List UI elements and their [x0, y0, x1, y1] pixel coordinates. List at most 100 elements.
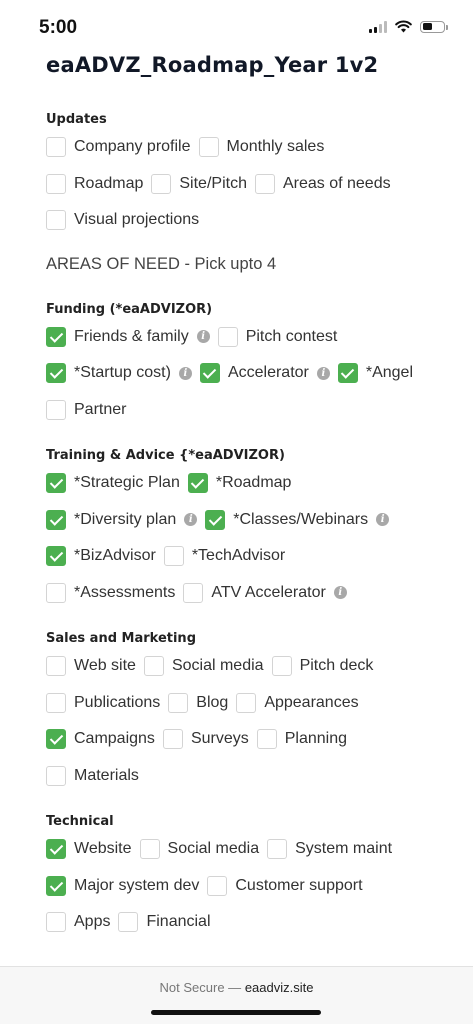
option-surveys[interactable]: Surveys — [162, 729, 249, 750]
option-materials[interactable]: Materials — [46, 765, 139, 786]
option-label[interactable]: *Strategic Plan — [74, 474, 180, 492]
option-major-system-dev[interactable]: Major system dev — [46, 875, 199, 896]
option-appearances[interactable]: Appearances — [236, 692, 359, 713]
option-publications[interactable]: Publications — [46, 692, 160, 713]
option-label[interactable]: Surveys — [191, 730, 249, 748]
option-startup-cost[interactable]: *Startup cost) i — [46, 363, 192, 384]
checkbox[interactable] — [337, 363, 358, 384]
option-partner[interactable]: Partner — [46, 399, 126, 420]
option-strategic-plan[interactable]: *Strategic Plan — [46, 473, 180, 494]
option-label[interactable]: *Diversity plan — [74, 511, 176, 529]
option-apps[interactable]: Apps — [46, 912, 110, 933]
checkbox[interactable] — [205, 509, 226, 530]
option-label[interactable]: Pitch contest — [246, 328, 338, 346]
checkbox[interactable] — [46, 137, 66, 158]
option-label[interactable]: *Roadmap — [216, 474, 292, 492]
option-site-pitch[interactable]: Site/Pitch — [151, 173, 247, 194]
option-social-media[interactable]: Social media — [143, 656, 264, 677]
option-planning[interactable]: Planning — [256, 729, 347, 750]
option-bizadvisor[interactable]: *BizAdvisor — [46, 546, 156, 567]
option-label[interactable]: Web site — [74, 657, 136, 675]
option-company-profile[interactable]: Company profile — [46, 137, 191, 158]
checkbox[interactable] — [46, 656, 66, 677]
checkbox[interactable] — [217, 326, 238, 347]
checkbox[interactable] — [236, 692, 257, 713]
option-roadmap[interactable]: *Roadmap — [187, 473, 292, 494]
option-angel[interactable]: *Angel — [337, 363, 413, 384]
checkbox[interactable] — [46, 875, 66, 896]
option-label[interactable]: Friends & family — [74, 328, 189, 346]
option-label[interactable]: Areas of needs — [283, 175, 391, 193]
option-label[interactable]: Pitch deck — [300, 657, 374, 675]
option-label[interactable]: System maint — [295, 840, 392, 858]
checkbox[interactable] — [267, 839, 288, 860]
checkbox[interactable] — [46, 509, 66, 530]
checkbox[interactable] — [139, 839, 160, 860]
info-icon[interactable]: i — [184, 513, 198, 527]
option-blog[interactable]: Blog — [168, 692, 228, 713]
checkbox[interactable] — [46, 546, 66, 567]
checkbox[interactable] — [199, 363, 220, 384]
option-roadmap[interactable]: Roadmap — [46, 173, 143, 194]
option-accelerator[interactable]: Accelerator i — [199, 363, 330, 384]
home-indicator[interactable] — [151, 1010, 321, 1015]
option-web-site[interactable]: Web site — [46, 656, 136, 677]
option-label[interactable]: Campaigns — [74, 730, 155, 748]
option-label[interactable]: Company profile — [74, 138, 191, 156]
checkbox[interactable] — [168, 692, 189, 713]
checkbox[interactable] — [46, 363, 66, 384]
checkbox[interactable] — [46, 582, 66, 603]
option-atv-accelerator[interactable]: ATV Accelerator i — [183, 582, 347, 603]
option-label[interactable]: Planning — [285, 730, 347, 748]
option-label[interactable]: Partner — [74, 401, 126, 419]
checkbox[interactable] — [46, 473, 66, 494]
checkbox[interactable] — [151, 173, 172, 194]
option-label[interactable]: *Startup cost) — [74, 364, 171, 382]
checkbox[interactable] — [46, 173, 66, 194]
option-visual-projections[interactable]: Visual projections — [46, 210, 199, 231]
option-label[interactable]: Publications — [74, 694, 160, 712]
option-diversity-plan[interactable]: *Diversity plan i — [46, 509, 198, 530]
option-website[interactable]: Website — [46, 839, 132, 860]
checkbox[interactable] — [162, 729, 183, 750]
option-label[interactable]: ATV Accelerator — [211, 584, 325, 602]
option-label[interactable]: Accelerator — [228, 364, 309, 382]
option-label[interactable]: Customer support — [235, 877, 362, 895]
checkbox[interactable] — [256, 729, 277, 750]
option-label[interactable]: Appearances — [264, 694, 358, 712]
checkbox[interactable] — [46, 692, 66, 713]
option-monthly-sales[interactable]: Monthly sales — [198, 137, 324, 158]
option-areas-of-needs[interactable]: Areas of needs — [254, 173, 391, 194]
url-display[interactable]: Not Secure — eaadviz.site — [0, 980, 473, 995]
checkbox[interactable] — [46, 912, 66, 933]
checkbox[interactable] — [46, 839, 66, 860]
checkbox[interactable] — [46, 326, 66, 347]
info-icon[interactable]: i — [376, 513, 390, 527]
option-techadvisor[interactable]: *TechAdvisor — [163, 546, 285, 567]
option-label[interactable]: Website — [74, 840, 132, 858]
option-pitch-deck[interactable]: Pitch deck — [271, 656, 374, 677]
option-campaigns[interactable]: Campaigns — [46, 729, 155, 750]
checkbox[interactable] — [46, 210, 66, 231]
option-pitch-contest[interactable]: Pitch contest — [217, 326, 338, 347]
info-icon[interactable]: i — [316, 366, 330, 380]
option-social-media[interactable]: Social media — [139, 839, 260, 860]
option-label[interactable]: Social media — [168, 840, 260, 858]
checkbox[interactable] — [187, 473, 208, 494]
option-label[interactable]: *Angel — [366, 364, 413, 382]
option-label[interactable]: Visual projections — [74, 211, 199, 229]
option-label[interactable]: Blog — [196, 694, 228, 712]
checkbox[interactable] — [271, 656, 292, 677]
checkbox[interactable] — [207, 875, 228, 896]
option-financial[interactable]: Financial — [118, 912, 211, 933]
option-label[interactable]: Roadmap — [74, 175, 143, 193]
checkbox[interactable] — [254, 173, 275, 194]
checkbox[interactable] — [198, 137, 219, 158]
checkbox[interactable] — [118, 912, 139, 933]
option-label[interactable]: Financial — [146, 913, 210, 931]
checkbox[interactable] — [183, 582, 204, 603]
option-label[interactable]: Major system dev — [74, 877, 199, 895]
option-label[interactable]: *Classes/Webinars — [233, 511, 368, 529]
option-system-maint[interactable]: System maint — [267, 839, 392, 860]
option-assessments[interactable]: *Assessments — [46, 582, 175, 603]
